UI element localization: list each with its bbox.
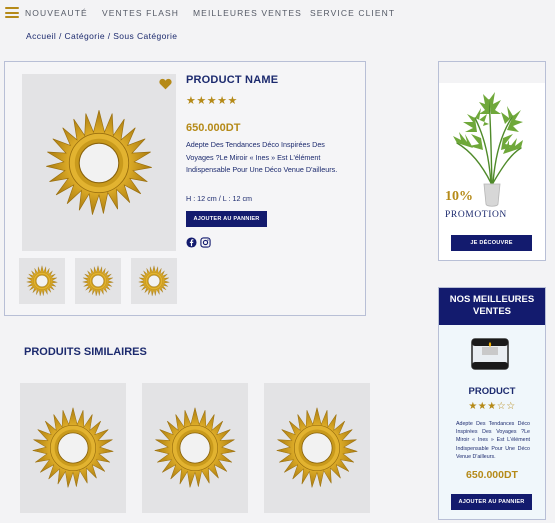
thumbnail-2[interactable]: [75, 258, 121, 304]
similar-product-card[interactable]: [142, 383, 248, 513]
nav-item-meilleures-ventes[interactable]: MEILLEURES VENTES: [193, 8, 302, 18]
similar-product-card[interactable]: [264, 383, 370, 513]
product-name: PRODUCT NAME: [186, 74, 279, 86]
breadcrumb[interactable]: Accueil / Catégorie / Sous Catégorie: [26, 31, 177, 41]
nav-item-service-client[interactable]: SERVICE CLIENT: [310, 8, 395, 18]
product-rating-stars: ★★★★★: [186, 95, 238, 107]
promo-percent: 10%: [445, 189, 473, 204]
product-description: Adepte Des Tendances Déco Inspirées Des …: [186, 140, 338, 174]
menu-icon[interactable]: [5, 7, 19, 18]
best-product-rating-stars: ★★★☆☆: [468, 401, 516, 412]
promo-banner: 10% PROMOTION JE DÉCOUVRE: [438, 61, 546, 261]
product-dimensions: H : 12 cm / L : 12 cm: [186, 194, 253, 203]
facebook-icon[interactable]: [186, 237, 197, 248]
thumbnail-3[interactable]: [131, 258, 177, 304]
heart-icon[interactable]: [159, 78, 172, 90]
thumbnail-1[interactable]: [19, 258, 65, 304]
similar-product-card[interactable]: [20, 383, 126, 513]
instagram-icon[interactable]: [200, 237, 211, 248]
product-card: PRODUCT NAME ★★★★★ 650.000DT Adepte Des …: [4, 61, 366, 316]
product-main-image[interactable]: [22, 74, 176, 251]
best-product-price: 650.000DT: [466, 469, 518, 481]
candle-holder-image: [471, 338, 509, 370]
best-add-to-cart-button[interactable]: AJOUTER AU PANNIER: [451, 494, 532, 510]
similar-products-title: PRODUITS SIMILAIRES: [24, 346, 147, 358]
product-price: 650.000DT: [186, 122, 241, 134]
top-nav: NOUVEAUTÉ VENTES FLASH MEILLEURES VENTES…: [0, 0, 555, 26]
best-product-description: Adepte Des Tendances Déco Inspirées Des …: [456, 421, 530, 460]
nav-item-nouveaute[interactable]: NOUVEAUTÉ: [25, 8, 88, 18]
sun-mirror-image: [44, 108, 154, 218]
nav-item-ventes-flash[interactable]: VENTES FLASH: [102, 8, 179, 18]
discover-button[interactable]: JE DÉCOUVRE: [451, 235, 532, 251]
best-sellers-title: NOS MEILLEURES VENTES: [439, 288, 545, 325]
best-sellers-panel: NOS MEILLEURES VENTES PRODUCT ★★★☆☆ Adep…: [438, 287, 546, 520]
promo-label: PROMOTION: [445, 210, 507, 220]
best-product-name: PRODUCT: [468, 386, 516, 397]
add-to-cart-button[interactable]: AJOUTER AU PANNIER: [186, 211, 267, 227]
